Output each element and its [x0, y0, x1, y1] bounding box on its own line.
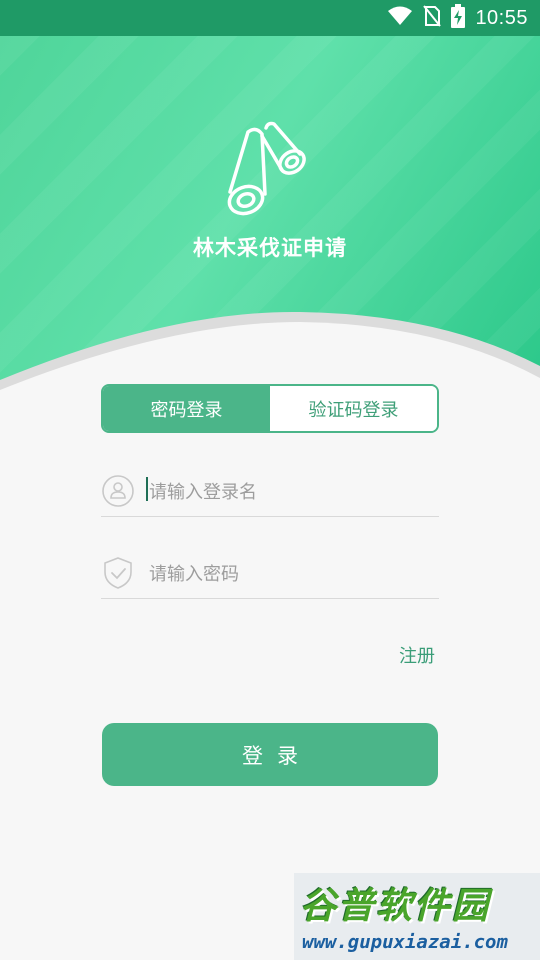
login-mode-tabs: 密码登录 验证码登录	[101, 384, 439, 433]
status-icons: 10:55	[387, 0, 528, 36]
username-field[interactable]: 请输入登录名	[101, 466, 439, 517]
password-field[interactable]: 请输入密码	[101, 548, 439, 599]
password-placeholder: 请输入密码	[149, 564, 239, 585]
login-button[interactable]: 登录	[102, 723, 438, 786]
tab-password-login[interactable]: 密码登录	[103, 386, 270, 431]
username-input[interactable]: 请输入登录名	[146, 477, 257, 504]
watermark-title: 谷普软件园	[300, 886, 491, 927]
text-cursor	[146, 477, 148, 501]
password-input[interactable]: 请输入密码	[149, 560, 239, 586]
shield-check-icon	[101, 556, 135, 590]
status-bar: 10:55	[0, 0, 540, 36]
watermark-url: www.gupuxiazai.com	[302, 931, 508, 953]
app-title: 林木采伐证申请	[193, 236, 347, 260]
user-icon	[101, 474, 135, 508]
tab-sms-code-login[interactable]: 验证码登录	[270, 386, 437, 431]
register-link[interactable]: 注册	[399, 642, 435, 668]
no-sim-icon	[423, 5, 442, 31]
username-placeholder: 请输入登录名	[149, 482, 257, 503]
wifi-icon	[387, 6, 413, 30]
watermark: 谷普软件园 www.gupuxiazai.com	[294, 873, 540, 960]
battery-charging-icon	[451, 4, 466, 32]
logs-icon	[222, 120, 322, 220]
status-time: 10:55	[475, 6, 528, 29]
